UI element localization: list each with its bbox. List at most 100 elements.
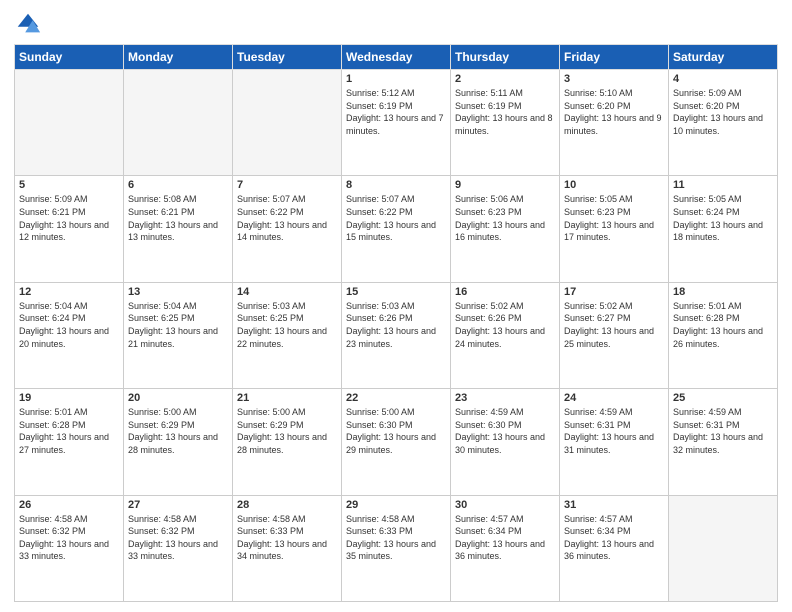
day-number: 29	[346, 499, 446, 511]
day-info: Sunrise: 5:02 AMSunset: 6:26 PMDaylight:…	[455, 300, 555, 350]
day-cell	[669, 495, 778, 601]
header	[14, 10, 778, 38]
weekday-header-friday: Friday	[560, 45, 669, 70]
day-number: 19	[19, 392, 119, 404]
calendar-table: SundayMondayTuesdayWednesdayThursdayFrid…	[14, 44, 778, 602]
week-row-2: 12 Sunrise: 5:04 AMSunset: 6:24 PMDayligh…	[15, 282, 778, 388]
weekday-header-sunday: Sunday	[15, 45, 124, 70]
day-info: Sunrise: 4:57 AMSunset: 6:34 PMDaylight:…	[564, 513, 664, 563]
day-cell: 30 Sunrise: 4:57 AMSunset: 6:34 PMDayligh…	[451, 495, 560, 601]
day-cell: 21 Sunrise: 5:00 AMSunset: 6:29 PMDayligh…	[233, 389, 342, 495]
day-info: Sunrise: 5:03 AMSunset: 6:26 PMDaylight:…	[346, 300, 446, 350]
week-row-4: 26 Sunrise: 4:58 AMSunset: 6:32 PMDayligh…	[15, 495, 778, 601]
day-number: 5	[19, 179, 119, 191]
day-info: Sunrise: 5:00 AMSunset: 6:30 PMDaylight:…	[346, 406, 446, 456]
day-cell: 19 Sunrise: 5:01 AMSunset: 6:28 PMDayligh…	[15, 389, 124, 495]
day-info: Sunrise: 5:05 AMSunset: 6:24 PMDaylight:…	[673, 193, 773, 243]
day-number: 11	[673, 179, 773, 191]
day-number: 23	[455, 392, 555, 404]
day-cell: 2 Sunrise: 5:11 AMSunset: 6:19 PMDaylight…	[451, 70, 560, 176]
day-cell: 12 Sunrise: 5:04 AMSunset: 6:24 PMDayligh…	[15, 282, 124, 388]
weekday-header-wednesday: Wednesday	[342, 45, 451, 70]
day-number: 17	[564, 286, 664, 298]
day-info: Sunrise: 5:07 AMSunset: 6:22 PMDaylight:…	[237, 193, 337, 243]
day-cell: 29 Sunrise: 4:58 AMSunset: 6:33 PMDayligh…	[342, 495, 451, 601]
day-info: Sunrise: 5:03 AMSunset: 6:25 PMDaylight:…	[237, 300, 337, 350]
day-cell: 18 Sunrise: 5:01 AMSunset: 6:28 PMDayligh…	[669, 282, 778, 388]
day-cell: 15Sunrise: 5:03 AMSunset: 6:26 PMDayligh…	[342, 282, 451, 388]
day-info: Sunrise: 5:11 AMSunset: 6:19 PMDaylight:…	[455, 87, 555, 137]
day-cell	[15, 70, 124, 176]
day-number: 2	[455, 73, 555, 85]
day-cell: 7 Sunrise: 5:07 AMSunset: 6:22 PMDaylight…	[233, 176, 342, 282]
day-cell: 14 Sunrise: 5:03 AMSunset: 6:25 PMDayligh…	[233, 282, 342, 388]
day-number: 27	[128, 499, 228, 511]
day-number: 14	[237, 286, 337, 298]
day-cell: 9 Sunrise: 5:06 AMSunset: 6:23 PMDaylight…	[451, 176, 560, 282]
day-number: 18	[673, 286, 773, 298]
day-info: Sunrise: 5:01 AMSunset: 6:28 PMDaylight:…	[673, 300, 773, 350]
day-info: Sunrise: 5:00 AMSunset: 6:29 PMDaylight:…	[128, 406, 228, 456]
day-number: 3	[564, 73, 664, 85]
day-info: Sunrise: 4:59 AMSunset: 6:31 PMDaylight:…	[564, 406, 664, 456]
day-cell: 13 Sunrise: 5:04 AMSunset: 6:25 PMDayligh…	[124, 282, 233, 388]
day-cell: 10Sunrise: 5:05 AMSunset: 6:23 PMDayligh…	[560, 176, 669, 282]
week-row-3: 19 Sunrise: 5:01 AMSunset: 6:28 PMDayligh…	[15, 389, 778, 495]
day-number: 16	[455, 286, 555, 298]
day-cell: 27 Sunrise: 4:58 AMSunset: 6:32 PMDayligh…	[124, 495, 233, 601]
day-info: Sunrise: 5:04 AMSunset: 6:24 PMDaylight:…	[19, 300, 119, 350]
day-info: Sunrise: 5:02 AMSunset: 6:27 PMDaylight:…	[564, 300, 664, 350]
weekday-header-saturday: Saturday	[669, 45, 778, 70]
day-number: 24	[564, 392, 664, 404]
day-info: Sunrise: 5:12 AMSunset: 6:19 PMDaylight:…	[346, 87, 446, 137]
day-cell: 20 Sunrise: 5:00 AMSunset: 6:29 PMDayligh…	[124, 389, 233, 495]
day-info: Sunrise: 5:06 AMSunset: 6:23 PMDaylight:…	[455, 193, 555, 243]
day-info: Sunrise: 5:09 AMSunset: 6:20 PMDaylight:…	[673, 87, 773, 137]
day-info: Sunrise: 4:58 AMSunset: 6:32 PMDaylight:…	[128, 513, 228, 563]
week-row-0: 1 Sunrise: 5:12 AMSunset: 6:19 PMDaylight…	[15, 70, 778, 176]
day-info: Sunrise: 5:00 AMSunset: 6:29 PMDaylight:…	[237, 406, 337, 456]
day-cell: 28 Sunrise: 4:58 AMSunset: 6:33 PMDayligh…	[233, 495, 342, 601]
day-number: 8	[346, 179, 446, 191]
day-info: Sunrise: 5:10 AMSunset: 6:20 PMDaylight:…	[564, 87, 664, 137]
day-cell: 1 Sunrise: 5:12 AMSunset: 6:19 PMDaylight…	[342, 70, 451, 176]
day-cell: 8Sunrise: 5:07 AMSunset: 6:22 PMDaylight…	[342, 176, 451, 282]
day-info: Sunrise: 4:59 AMSunset: 6:31 PMDaylight:…	[673, 406, 773, 456]
day-cell	[233, 70, 342, 176]
day-number: 31	[564, 499, 664, 511]
day-cell: 3 Sunrise: 5:10 AMSunset: 6:20 PMDaylight…	[560, 70, 669, 176]
day-cell: 26 Sunrise: 4:58 AMSunset: 6:32 PMDayligh…	[15, 495, 124, 601]
day-number: 9	[455, 179, 555, 191]
day-number: 26	[19, 499, 119, 511]
day-info: Sunrise: 4:58 AMSunset: 6:33 PMDaylight:…	[346, 513, 446, 563]
day-info: Sunrise: 4:58 AMSunset: 6:32 PMDaylight:…	[19, 513, 119, 563]
day-cell: 11 Sunrise: 5:05 AMSunset: 6:24 PMDayligh…	[669, 176, 778, 282]
day-cell: 4 Sunrise: 5:09 AMSunset: 6:20 PMDaylight…	[669, 70, 778, 176]
day-cell: 6Sunrise: 5:08 AMSunset: 6:21 PMDaylight…	[124, 176, 233, 282]
day-number: 1	[346, 73, 446, 85]
weekday-header-tuesday: Tuesday	[233, 45, 342, 70]
page: SundayMondayTuesdayWednesdayThursdayFrid…	[0, 0, 792, 612]
logo-icon	[14, 10, 42, 38]
day-number: 30	[455, 499, 555, 511]
day-cell: 17 Sunrise: 5:02 AMSunset: 6:27 PMDayligh…	[560, 282, 669, 388]
day-cell: 31 Sunrise: 4:57 AMSunset: 6:34 PMDayligh…	[560, 495, 669, 601]
logo	[14, 10, 46, 38]
day-number: 12	[19, 286, 119, 298]
day-number: 21	[237, 392, 337, 404]
day-cell: 23 Sunrise: 4:59 AMSunset: 6:30 PMDayligh…	[451, 389, 560, 495]
day-info: Sunrise: 4:59 AMSunset: 6:30 PMDaylight:…	[455, 406, 555, 456]
day-info: Sunrise: 4:57 AMSunset: 6:34 PMDaylight:…	[455, 513, 555, 563]
day-number: 13	[128, 286, 228, 298]
weekday-header-monday: Monday	[124, 45, 233, 70]
day-info: Sunrise: 5:09 AMSunset: 6:21 PMDaylight:…	[19, 193, 119, 243]
day-number: 20	[128, 392, 228, 404]
day-number: 6	[128, 179, 228, 191]
day-info: Sunrise: 5:01 AMSunset: 6:28 PMDaylight:…	[19, 406, 119, 456]
day-number: 7	[237, 179, 337, 191]
day-number: 28	[237, 499, 337, 511]
day-info: Sunrise: 4:58 AMSunset: 6:33 PMDaylight:…	[237, 513, 337, 563]
day-cell	[124, 70, 233, 176]
day-info: Sunrise: 5:04 AMSunset: 6:25 PMDaylight:…	[128, 300, 228, 350]
day-number: 4	[673, 73, 773, 85]
